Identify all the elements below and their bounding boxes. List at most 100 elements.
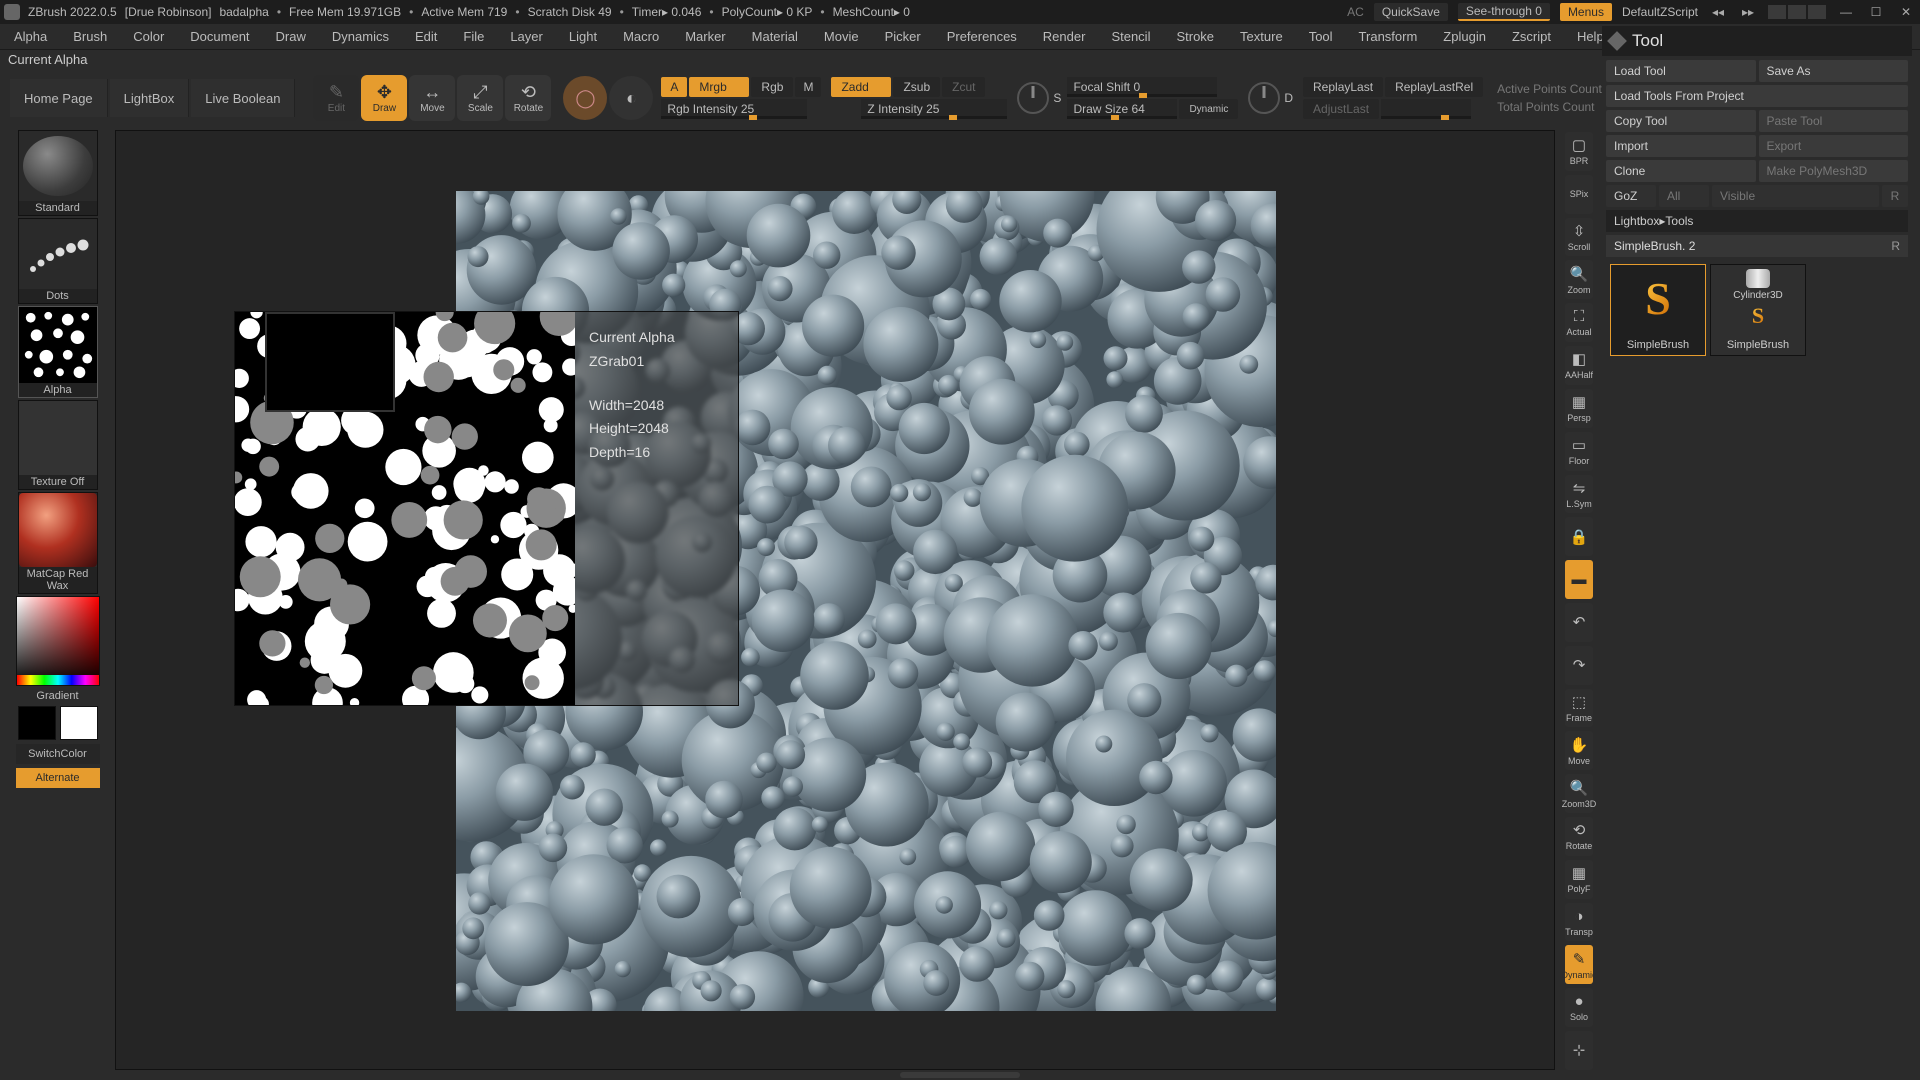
swatch-white[interactable] (60, 706, 98, 740)
switchcolor-button[interactable]: SwitchColor (16, 744, 100, 764)
bpr-button[interactable]: ▢BPR (1565, 132, 1593, 171)
gizmo-button[interactable]: ◯ (563, 76, 607, 120)
alpha-slot[interactable]: Alpha (18, 306, 98, 398)
zoom-button[interactable]: 🔍Zoom (1565, 260, 1593, 299)
menu-light[interactable]: Light (565, 27, 601, 46)
hue-bar[interactable] (17, 675, 99, 685)
zadd-toggle[interactable]: Zadd (831, 77, 891, 97)
layout-icon[interactable] (1768, 5, 1786, 19)
spix-button[interactable]: SPix (1565, 175, 1593, 214)
homepage-button[interactable]: Home Page (10, 79, 108, 117)
quicksave-button[interactable]: QuickSave (1374, 3, 1448, 21)
zscript-label[interactable]: DefaultZScript (1622, 5, 1698, 19)
a-toggle[interactable]: A (661, 77, 687, 97)
dynamic3d-button[interactable]: ✎Dynamic (1565, 945, 1593, 984)
menu-prefs[interactable]: Preferences (943, 27, 1021, 46)
menu-brush[interactable]: Brush (69, 27, 111, 46)
save-as-button[interactable]: Save As (1759, 60, 1909, 82)
replaylast-button[interactable]: ReplayLast (1303, 77, 1383, 97)
rgb-intensity-slider[interactable]: Rgb Intensity 25 (661, 99, 807, 119)
menu-draw[interactable]: Draw (272, 27, 310, 46)
focal-shift-slider[interactable]: Focal Shift 0 (1067, 77, 1217, 97)
zcut-toggle[interactable]: Zcut (942, 77, 985, 97)
redo-button[interactable]: ↷ (1565, 646, 1593, 685)
clone-button[interactable]: Clone (1606, 160, 1756, 182)
dynamic-toggle[interactable]: Dynamic (1179, 99, 1238, 119)
alpha-preview[interactable] (235, 312, 575, 705)
menu-document[interactable]: Document (186, 27, 253, 46)
adjustlast-button[interactable]: AdjustLast (1303, 99, 1379, 119)
alternate-button[interactable]: Alternate (16, 768, 100, 788)
zoom3d-button[interactable]: 🔍Zoom3D (1565, 774, 1593, 813)
menu-alpha[interactable]: Alpha (10, 27, 51, 46)
paste-tool-button[interactable]: Paste Tool (1759, 110, 1909, 132)
s-dial-icon[interactable] (1017, 82, 1049, 114)
rgb-toggle[interactable]: Rgb (751, 77, 793, 97)
draw-mode[interactable]: ✥Draw (361, 75, 407, 121)
frame-button[interactable]: ⬚Frame (1565, 689, 1593, 728)
seethrough-slider[interactable]: See-through 0 (1458, 3, 1550, 21)
import-button[interactable]: Import (1606, 135, 1756, 157)
transp-button[interactable]: ◑Transp (1565, 903, 1593, 942)
stroke-slot[interactable]: Dots (18, 218, 98, 304)
menu-picker[interactable]: Picker (881, 27, 925, 46)
scroll-button[interactable]: ⇳Scroll (1565, 218, 1593, 257)
goz-visible-button[interactable]: Visible (1712, 185, 1879, 207)
prev-icon[interactable]: ◂◂ (1708, 5, 1728, 19)
brush-slot[interactable]: Standard (18, 130, 98, 216)
menu-texture[interactable]: Texture (1236, 27, 1287, 46)
persp-button[interactable]: ▦Persp (1565, 389, 1593, 428)
color-picker[interactable] (16, 596, 100, 686)
minimize-icon[interactable]: — (1836, 5, 1856, 19)
menu-stencil[interactable]: Stencil (1107, 27, 1154, 46)
gradient-label[interactable]: Gradient (36, 690, 78, 702)
mrgb-toggle[interactable]: Mrgb (689, 77, 749, 97)
lightbox-tools-row[interactable]: Lightbox▸Tools (1606, 210, 1908, 232)
pin-icon[interactable] (1607, 31, 1627, 51)
lightbox-button[interactable]: LightBox (110, 79, 190, 117)
rotate3d-button[interactable]: ⟲Rotate (1565, 817, 1593, 856)
bottom-scrollbar[interactable] (900, 1072, 1020, 1078)
export-button[interactable]: Export (1759, 135, 1909, 157)
tool-thumb-simplebrush[interactable]: S SimpleBrush (1610, 264, 1706, 356)
d-dial-icon[interactable] (1248, 82, 1280, 114)
solo-button[interactable]: ●Solo (1565, 988, 1593, 1027)
zsub-toggle[interactable]: Zsub (893, 77, 940, 97)
menu-material[interactable]: Material (748, 27, 802, 46)
menus-toggle[interactable]: Menus (1560, 3, 1612, 21)
actual-button[interactable]: ⛶Actual (1565, 303, 1593, 342)
replay-slider[interactable] (1381, 99, 1471, 119)
texture-slot[interactable]: Texture Off (18, 400, 98, 490)
polyf-button[interactable]: ▦PolyF (1565, 860, 1593, 899)
menu-color[interactable]: Color (129, 27, 168, 46)
aahalf-button[interactable]: ◧AAHalf (1565, 346, 1593, 385)
make-polymesh-button[interactable]: Make PolyMesh3D (1759, 160, 1909, 182)
s-dial[interactable]: S (1017, 82, 1061, 114)
menu-file[interactable]: File (459, 27, 488, 46)
menu-zplugin[interactable]: Zplugin (1439, 27, 1490, 46)
undo-button[interactable]: ↶ (1565, 603, 1593, 642)
tool-panel-header[interactable]: Tool (1602, 26, 1912, 56)
menu-edit[interactable]: Edit (411, 27, 441, 46)
goz-r-button[interactable]: R (1882, 185, 1908, 207)
menu-dynamics[interactable]: Dynamics (328, 27, 393, 46)
lsym-button[interactable]: ⇋L.Sym (1565, 475, 1593, 514)
menu-transform[interactable]: Transform (1355, 27, 1422, 46)
floor-button[interactable]: ▭Floor (1565, 432, 1593, 471)
m-toggle[interactable]: M (795, 77, 821, 97)
next-icon[interactable]: ▸▸ (1738, 5, 1758, 19)
menu-zscript[interactable]: Zscript (1508, 27, 1555, 46)
z-intensity-slider[interactable]: Z Intensity 25 (861, 99, 1007, 119)
menu-stroke[interactable]: Stroke (1172, 27, 1218, 46)
swatch-black[interactable] (18, 706, 56, 740)
menu-movie[interactable]: Movie (820, 27, 863, 46)
layout3-icon[interactable] (1808, 5, 1826, 19)
lock-button[interactable]: 🔒 (1565, 517, 1593, 556)
liveboolean-button[interactable]: Live Boolean (191, 79, 295, 117)
close-icon[interactable]: ✕ (1896, 5, 1916, 19)
load-tool-button[interactable]: Load Tool (1606, 60, 1756, 82)
menu-render[interactable]: Render (1039, 27, 1090, 46)
maximize-icon[interactable]: ☐ (1866, 5, 1886, 19)
load-project-button[interactable]: Load Tools From Project (1606, 85, 1908, 107)
xpose-button[interactable]: ▬ (1565, 560, 1593, 599)
